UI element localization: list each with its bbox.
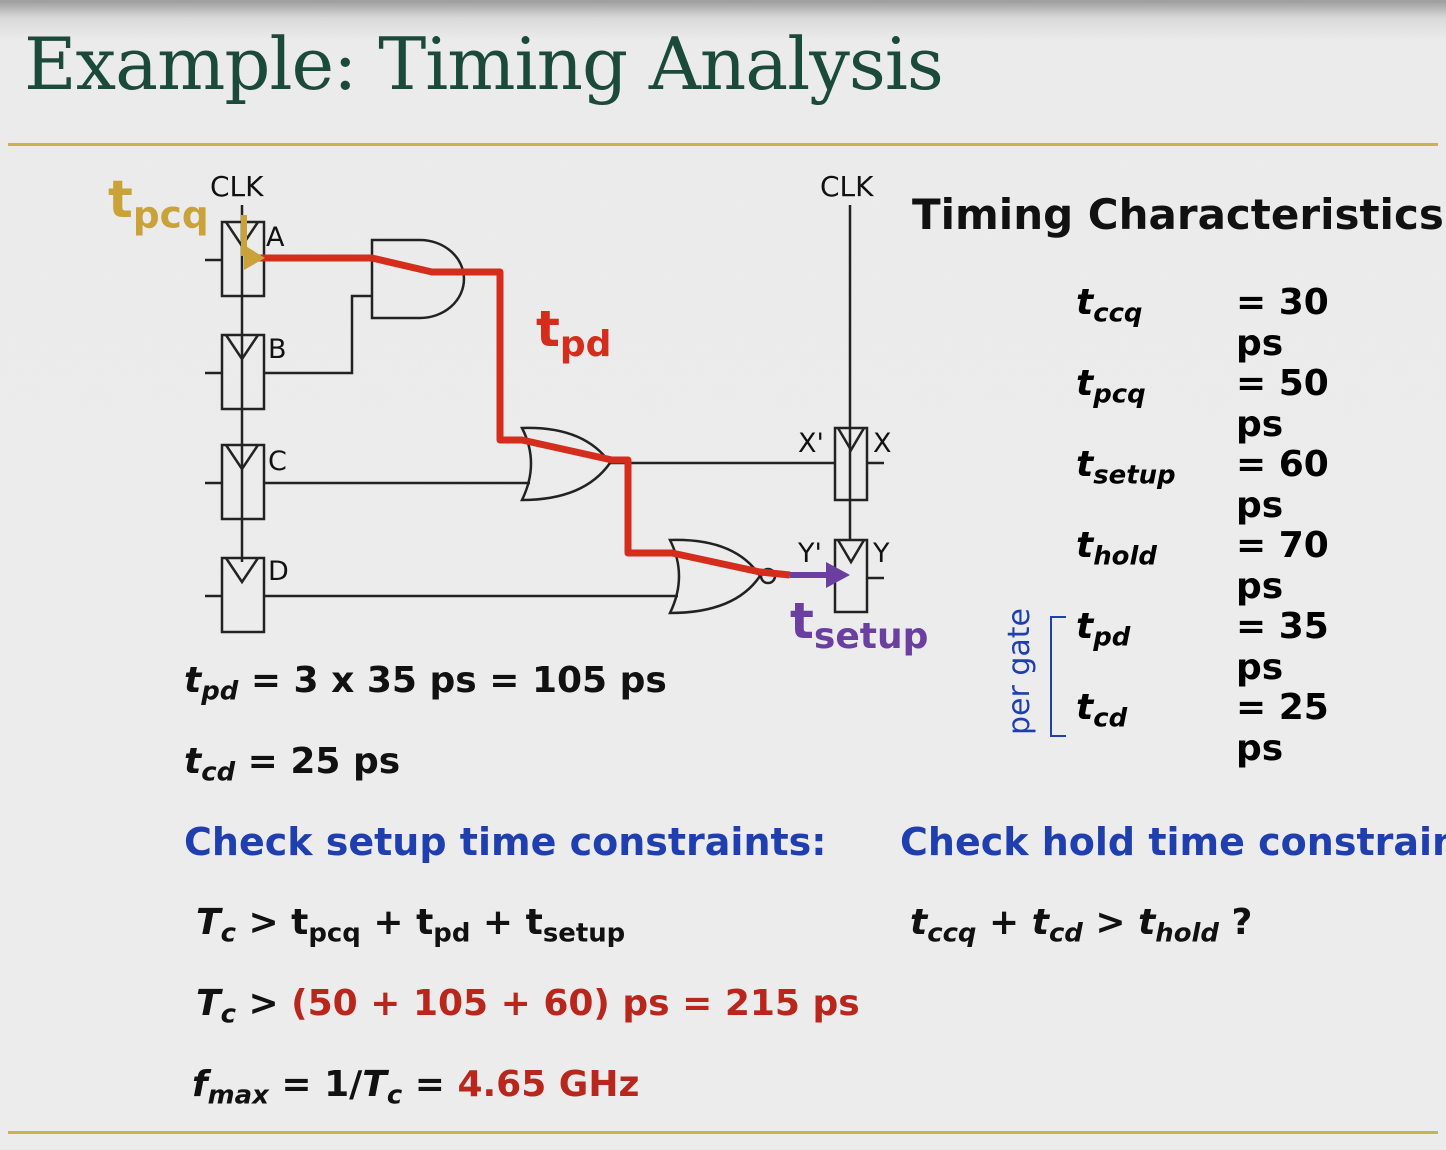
- x-out-label: X: [873, 428, 892, 459]
- char-row-tpcq: tpcq = 50 ps: [1076, 363, 1329, 445]
- tpd-result: tpd = 3 x 35 ps = 105 ps: [184, 660, 667, 707]
- footer-rule: [8, 1131, 1438, 1134]
- y-out-label: Y: [873, 538, 890, 569]
- or-gate: [519, 426, 612, 502]
- title-rule: [8, 143, 1438, 146]
- char-row-tsetup: tsetup = 60 ps: [1076, 444, 1329, 526]
- y-in-label: Y': [798, 538, 822, 569]
- nor-gate: [668, 538, 762, 615]
- x-in-label: X': [798, 428, 824, 459]
- and-gate: [370, 238, 466, 320]
- setup-eq2: Tc > (50 + 105 + 60) ps = 215 ps: [196, 983, 860, 1030]
- char-row-thold: thold = 70 ps: [1076, 525, 1329, 607]
- clk-label-left: CLK: [210, 170, 264, 203]
- char-row-tcd: tcd = 25 ps: [1076, 687, 1329, 769]
- reg-d-label: D: [268, 556, 289, 587]
- characteristics-heading: Timing Characteristics: [912, 190, 1444, 239]
- register-d: [220, 556, 266, 634]
- per-gate-label: per gate: [1002, 607, 1037, 735]
- slide-title: Example: Timing Analysis: [24, 22, 944, 106]
- char-row-tpd: tpd = 35 ps: [1076, 606, 1329, 688]
- reg-c-label: C: [268, 446, 287, 477]
- hold-heading: Check hold time constraints:: [900, 820, 1446, 864]
- hold-eq1: tccq + tcd > thold ?: [910, 902, 1253, 949]
- reg-b-label: B: [268, 334, 287, 365]
- setup-eq1: Tc > tpcq + tpd + tsetup: [196, 902, 626, 949]
- clk-label-right: CLK: [820, 170, 874, 203]
- critical-path: [250, 254, 791, 579]
- reg-a-label: A: [266, 222, 285, 253]
- per-gate-bracket: [1050, 616, 1066, 737]
- setup-heading: Check setup time constraints:: [184, 820, 827, 864]
- char-row-tccq: tccq = 30 ps: [1076, 282, 1329, 364]
- tsetup-label: tsetup: [790, 592, 929, 658]
- tpd-label: tpd: [536, 300, 612, 366]
- tcd-result: tcd = 25 ps: [184, 741, 401, 788]
- tpcq-label: tpcq: [108, 170, 209, 237]
- setup-eq3: fmax = 1/Tc = 4.65 GHz: [192, 1064, 640, 1111]
- tsetup-arrowhead: [826, 562, 850, 588]
